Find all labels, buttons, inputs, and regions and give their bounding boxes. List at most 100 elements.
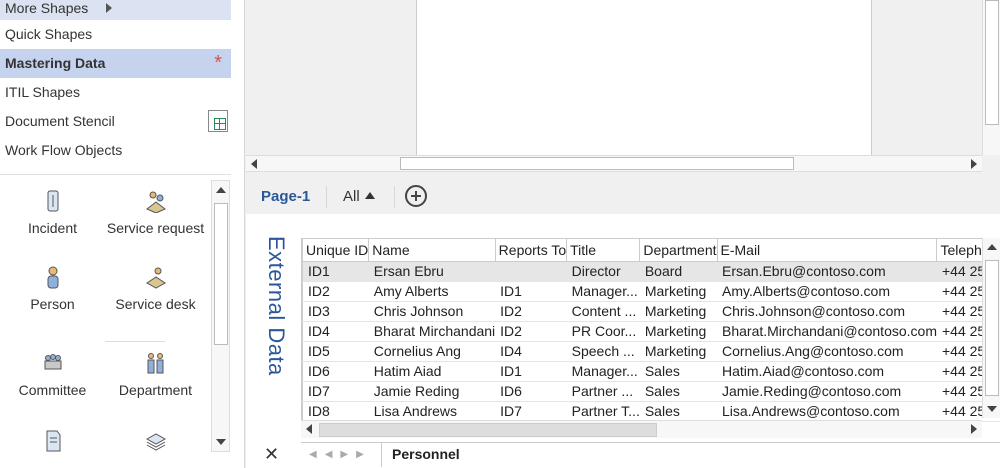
table-cell[interactable]: ID2 (302, 281, 369, 302)
table-cell[interactable]: Manager... (566, 361, 640, 382)
table-cell[interactable]: ID7 (495, 401, 567, 422)
table-cell[interactable]: Lisa Andrews (368, 401, 496, 422)
add-page-button[interactable] (405, 185, 427, 207)
table-row[interactable]: ID2 Amy Alberts ID1 Manager... Marketing Amy.… (302, 281, 1000, 302)
table-cell[interactable]: Amy Alberts (368, 281, 496, 302)
table-cell[interactable]: Marketing (639, 321, 717, 342)
scroll-right-icon[interactable] (971, 424, 977, 434)
tab-page-1[interactable]: Page-1 (261, 188, 310, 205)
scroll-down-icon[interactable] (987, 406, 997, 412)
scroll-thumb[interactable] (985, 260, 999, 396)
stencil-work-flow-objects[interactable]: Work Flow Objects (0, 136, 231, 165)
table-cell[interactable]: ID7 (302, 381, 369, 402)
table-cell[interactable]: Chris.Johnson@contoso.com (717, 301, 937, 322)
scroll-thumb[interactable] (985, 0, 999, 125)
table-cell[interactable]: ID1 (495, 361, 567, 382)
table-cell[interactable]: Ersan.Ebru@contoso.com (717, 261, 937, 282)
table-cell[interactable]: Marketing (639, 341, 717, 362)
table-cell[interactable]: Jamie Reding (368, 381, 496, 402)
stencil-document-stencil[interactable]: Document Stencil (0, 107, 231, 136)
table-cell[interactable] (495, 261, 567, 282)
shape-stack[interactable] (103, 429, 208, 459)
table-cell[interactable]: Sales (639, 401, 717, 422)
table-cell[interactable]: Cornelius.Ang@contoso.com (717, 341, 937, 362)
table-cell[interactable]: Amy.Alberts@contoso.com (717, 281, 937, 302)
column-header[interactable]: Unique ID (302, 239, 370, 262)
table-cell[interactable]: ID6 (495, 381, 567, 402)
scroll-up-icon[interactable] (216, 187, 226, 193)
table-cell[interactable]: Jamie.Reding@contoso.com (717, 381, 937, 402)
column-header[interactable]: Department (639, 239, 718, 262)
table-row[interactable]: ID3 Chris Johnson ID2 Content ... Marketing C… (302, 301, 1000, 322)
scroll-down-icon[interactable] (216, 439, 226, 445)
shape-incident[interactable]: Incident (0, 189, 105, 238)
shape-person[interactable]: Person (0, 265, 105, 314)
table-cell[interactable]: Partner T... (566, 401, 640, 422)
column-header[interactable]: E-Mail (717, 239, 938, 262)
table-cell[interactable]: Sales (639, 381, 717, 402)
table-cell[interactable]: ID1 (302, 261, 369, 282)
table-cell[interactable]: Marketing (639, 301, 717, 322)
shape-department[interactable]: Department (103, 351, 208, 400)
stencil-quick-shapes[interactable]: Quick Shapes (0, 20, 231, 49)
column-header[interactable]: Reports To (495, 239, 568, 262)
scroll-thumb[interactable] (214, 203, 228, 345)
table-row[interactable]: ID8 Lisa Andrews ID7 Partner T... Sales Lisa.… (302, 401, 1000, 422)
canvas-horizontal-scrollbar[interactable] (246, 155, 982, 172)
canvas-vertical-scrollbar[interactable] (982, 0, 1000, 155)
all-pages-button[interactable]: All (343, 188, 375, 205)
grid-horizontal-scrollbar[interactable] (301, 420, 982, 438)
stencil-itil-shapes[interactable]: ITIL Shapes (0, 78, 231, 107)
table-cell[interactable]: ID8 (302, 401, 369, 422)
stencil-more-shapes[interactable]: More Shapes (0, 0, 231, 20)
table-cell[interactable]: Content ... (566, 301, 640, 322)
shapes-scrollbar[interactable] (211, 180, 230, 452)
table-row[interactable]: ID5 Cornelius Ang ID4 Speech ... Marketing Co… (302, 341, 1000, 362)
table-cell[interactable]: Sales (639, 361, 717, 382)
table-cell[interactable]: Speech ... (566, 341, 640, 362)
table-cell[interactable]: ID2 (495, 321, 567, 342)
stencil-mastering-data[interactable]: Mastering Data * (0, 49, 231, 78)
shape-service-desk[interactable]: Service desk (103, 265, 208, 314)
table-cell[interactable]: Cornelius Ang (368, 341, 496, 362)
scroll-right-icon[interactable] (971, 159, 977, 169)
table-cell[interactable]: Director (566, 261, 640, 282)
table-cell[interactable]: Ersan Ebru (368, 261, 496, 282)
table-cell[interactable]: Bharat Mirchandani (368, 321, 496, 342)
table-cell[interactable]: ID1 (495, 281, 567, 302)
table-cell[interactable]: Board (639, 261, 717, 282)
table-row[interactable]: ID7 Jamie Reding ID6 Partner ... Sales Jamie.… (302, 381, 1000, 402)
table-cell[interactable]: ID5 (302, 341, 369, 362)
table-cell[interactable]: ID6 (302, 361, 369, 382)
column-header[interactable]: Title (566, 239, 641, 262)
grid-vertical-scrollbar[interactable] (982, 238, 1000, 418)
shape-service-request[interactable]: Service request (103, 189, 208, 238)
close-icon[interactable]: ✕ (264, 444, 279, 465)
table-cell[interactable]: Bharat.Mirchandani@contoso.com (717, 321, 937, 342)
scroll-left-icon[interactable] (306, 424, 312, 434)
table-cell[interactable]: ID4 (302, 321, 369, 342)
shape-committee[interactable]: Committee (0, 351, 105, 400)
scroll-up-icon[interactable] (987, 244, 997, 250)
scroll-left-icon[interactable] (251, 159, 257, 169)
sheet-tab-personnel[interactable]: Personnel (381, 443, 470, 467)
table-cell[interactable]: ID2 (495, 301, 567, 322)
shape-document[interactable] (0, 429, 105, 459)
table-cell[interactable]: Hatim Aiad (368, 361, 496, 382)
table-cell[interactable]: PR Coor... (566, 321, 640, 342)
table-cell[interactable]: Lisa.Andrews@contoso.com (717, 401, 937, 422)
table-row[interactable]: ID6 Hatim Aiad ID1 Manager... Sales Hatim.Aia… (302, 361, 1000, 382)
scroll-thumb[interactable] (400, 157, 794, 170)
table-row[interactable]: ID4 Bharat Mirchandani ID2 PR Coor... Market… (302, 321, 1000, 342)
table-cell[interactable]: Marketing (639, 281, 717, 302)
table-cell[interactable]: Manager... (566, 281, 640, 302)
column-header[interactable]: Name (368, 239, 496, 262)
drawing-page[interactable] (416, 0, 872, 155)
table-cell[interactable]: Partner ... (566, 381, 640, 402)
table-row[interactable]: ID1 Ersan Ebru Director Board Ersan.Ebru@con… (302, 261, 1000, 282)
scroll-thumb[interactable] (319, 423, 657, 437)
table-cell[interactable]: ID3 (302, 301, 369, 322)
table-cell[interactable]: Hatim.Aiad@contoso.com (717, 361, 937, 382)
table-cell[interactable]: ID4 (495, 341, 567, 362)
sheet-nav-arrows-icon[interactable]: ◀◀▶▶ (309, 449, 372, 460)
